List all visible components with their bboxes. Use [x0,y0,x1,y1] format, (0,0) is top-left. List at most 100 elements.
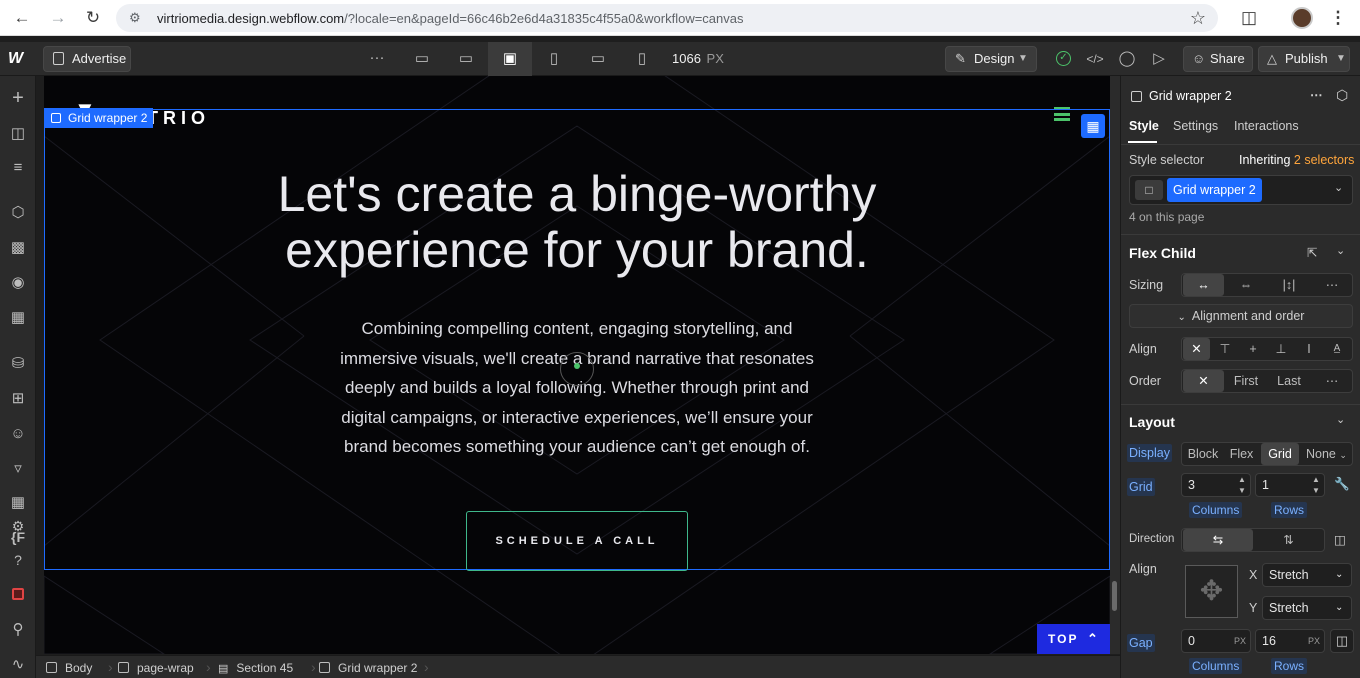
apps-icon[interactable]: ▦ [7,492,29,514]
order-last-option[interactable]: Last [1268,370,1310,392]
mode-switcher-button[interactable]: ✎ Design ▼ [945,46,1037,72]
chevron-down-icon[interactable]: ⌄ [1336,413,1345,426]
status-check-icon[interactable]: ✓ [1056,51,1071,66]
chevron-down-icon[interactable]: ⌄ [1334,181,1343,194]
align-auto-icon[interactable]: ✕ [1183,338,1210,360]
display-flex-option[interactable]: Flex [1223,443,1260,465]
address-bar[interactable]: ⚙ virtriomedia.design.webflow.com/?local… [116,4,1218,32]
tab-settings[interactable]: Settings [1173,119,1218,133]
grid-settings-icon[interactable]: ◫ [1334,532,1346,547]
add-panel-icon[interactable]: + [7,87,29,109]
logic-flow-icon[interactable]: ⊞ [7,388,29,410]
align-grid-picker[interactable]: ✥ [1185,565,1238,618]
site-info-icon[interactable]: ⚙ [129,10,141,26]
grid-rows-input[interactable]: 1 ▲ ▼ [1255,473,1325,497]
alignment-order-toggle[interactable]: ⌄ Alignment and order [1129,304,1353,328]
design-canvas[interactable]: ▼ TRIO Grid wrapper 2 ▦ Let's create a b… [44,76,1110,654]
display-none-option[interactable]: None ⌄ [1300,443,1352,465]
selector-state-icon[interactable]: □ [1135,180,1163,200]
tablet-breakpoint-icon[interactable]: ▯ [543,48,565,70]
sizing-grow-icon[interactable]: ⇔ [1225,274,1267,296]
breadcrumb-page-wrap[interactable]: page-wrap [118,659,194,677]
canvas-scroll-thumb[interactable] [1112,581,1117,611]
mobile-landscape-breakpoint-icon[interactable]: ▭ [587,48,609,70]
gap-columns-input[interactable]: 0 PX [1181,629,1251,653]
schedule-call-button[interactable]: SCHEDULE A CALL [466,511,688,571]
selection-label-tag[interactable]: Grid wrapper 2 [44,108,154,128]
display-label[interactable]: Display [1127,444,1172,462]
profile-avatar[interactable] [1291,7,1313,29]
forward-arrow-icon[interactable]: → [47,8,69,28]
users-icon[interactable]: ☺ [7,423,29,445]
reload-icon[interactable]: ↻ [82,8,104,28]
align-center-icon[interactable]: + [1239,338,1267,360]
canvas-width-readout[interactable]: 1066 PX [672,51,724,66]
canvas-scrollbar[interactable] [1110,76,1120,654]
order-first-option[interactable]: First [1225,370,1267,392]
components-icon[interactable]: ⬡ [7,202,29,224]
breadcrumb-body[interactable]: Body [46,659,92,677]
sizing-none-icon[interactable]: |↕| [1268,274,1310,296]
gap-rows-input[interactable]: 16 PX [1255,629,1325,653]
page-selector-button[interactable]: Advertise [43,46,131,72]
grid-edit-icon[interactable]: ▦ [1081,114,1105,138]
back-to-top-button[interactable]: TOP ⌃ [1037,624,1110,654]
direction-row-icon[interactable]: ⇆ [1183,529,1253,551]
mobile-portrait-breakpoint-icon[interactable]: ▯ [631,48,653,70]
finsweet-icon[interactable]: {F [7,526,29,548]
webflow-logo[interactable]: W [8,49,30,69]
chevron-down-icon[interactable]: ⌄ [1336,244,1345,257]
back-arrow-icon[interactable]: ← [11,8,33,28]
sizing-more-icon[interactable]: ⋯ [1311,274,1353,296]
more-breakpoints-icon[interactable]: ··· [366,47,388,69]
styles-drops-icon[interactable]: ◉ [7,272,29,294]
base-breakpoint-tab[interactable]: ▣ [488,42,532,76]
cms-database-icon[interactable]: ⛁ [7,353,29,375]
share-button[interactable]: ☺ Share [1183,46,1253,72]
align-stretch-icon[interactable]: I [1295,338,1323,360]
activity-icon[interactable]: ∿ [7,654,29,676]
help-icon[interactable]: ? [7,549,29,571]
desktop-breakpoint-icon[interactable]: ▭ [455,48,477,70]
breadcrumb-grid-wrapper[interactable]: Grid wrapper 2 [319,659,417,677]
align-x-select[interactable]: Stretch ⌄ [1262,563,1352,587]
display-grid-option[interactable]: Grid [1261,443,1299,465]
hero-headline[interactable]: Let's create a binge-worthy experience f… [144,166,1010,278]
wrench-icon[interactable]: 🔧 [1334,477,1350,492]
gap-label[interactable]: Gap [1127,634,1155,652]
comments-icon[interactable]: ◯ [1116,48,1138,70]
assets-image-icon[interactable]: ▦ [7,307,29,329]
grid-columns-input[interactable]: 3 ▲ ▼ [1181,473,1251,497]
gap-lock-icon[interactable]: ◫ [1330,629,1354,653]
extensions-icon[interactable]: ◫ [1238,8,1260,28]
tab-interactions[interactable]: Interactions [1234,119,1299,133]
record-icon[interactable] [12,588,24,600]
desktop-large-breakpoint-icon[interactable]: ▭ [411,48,433,70]
component-cube-icon[interactable]: ⬡ [1336,87,1348,104]
publish-button[interactable]: △ Publish ▼ [1258,46,1350,72]
stepper-icon[interactable]: ▲ ▼ [1238,474,1246,496]
more-options-icon[interactable]: ⋯ [1310,87,1323,102]
direction-column-icon[interactable]: ⇅ [1253,529,1324,551]
variables-icon[interactable]: ▩ [7,237,29,259]
order-more-icon[interactable]: ⋯ [1311,370,1353,392]
align-start-icon[interactable]: ⊤ [1211,338,1239,360]
navigator-icon[interactable]: ≡ [7,157,29,179]
hero-paragraph[interactable]: Combining compelling content, engaging s… [277,314,877,462]
pages-icon[interactable]: ◫ [7,123,29,145]
align-baseline-icon[interactable]: A̲ [1323,338,1351,360]
stepper-icon[interactable]: ▲ ▼ [1312,474,1320,496]
grid-label[interactable]: Grid [1127,478,1155,496]
selector-field[interactable]: □ Grid wrapper 2 ⌄ [1129,175,1353,205]
inheriting-text[interactable]: Inheriting 2 selectors [1239,153,1354,167]
breadcrumb-section[interactable]: ▤ Section 45 [218,659,293,677]
selector-chip[interactable]: Grid wrapper 2 [1167,178,1262,202]
ecommerce-basket-icon[interactable]: ▿ [7,458,29,480]
browser-menu-icon[interactable]: ⋮ [1327,8,1349,28]
sizing-shrink-icon[interactable]: ↔ [1183,274,1224,296]
code-icon[interactable]: </> [1084,48,1106,70]
preview-play-icon[interactable]: ▷ [1148,48,1170,70]
bookmark-star-icon[interactable]: ☆ [1187,8,1209,28]
tab-style[interactable]: Style [1129,119,1159,133]
order-auto-icon[interactable]: ✕ [1183,370,1224,392]
